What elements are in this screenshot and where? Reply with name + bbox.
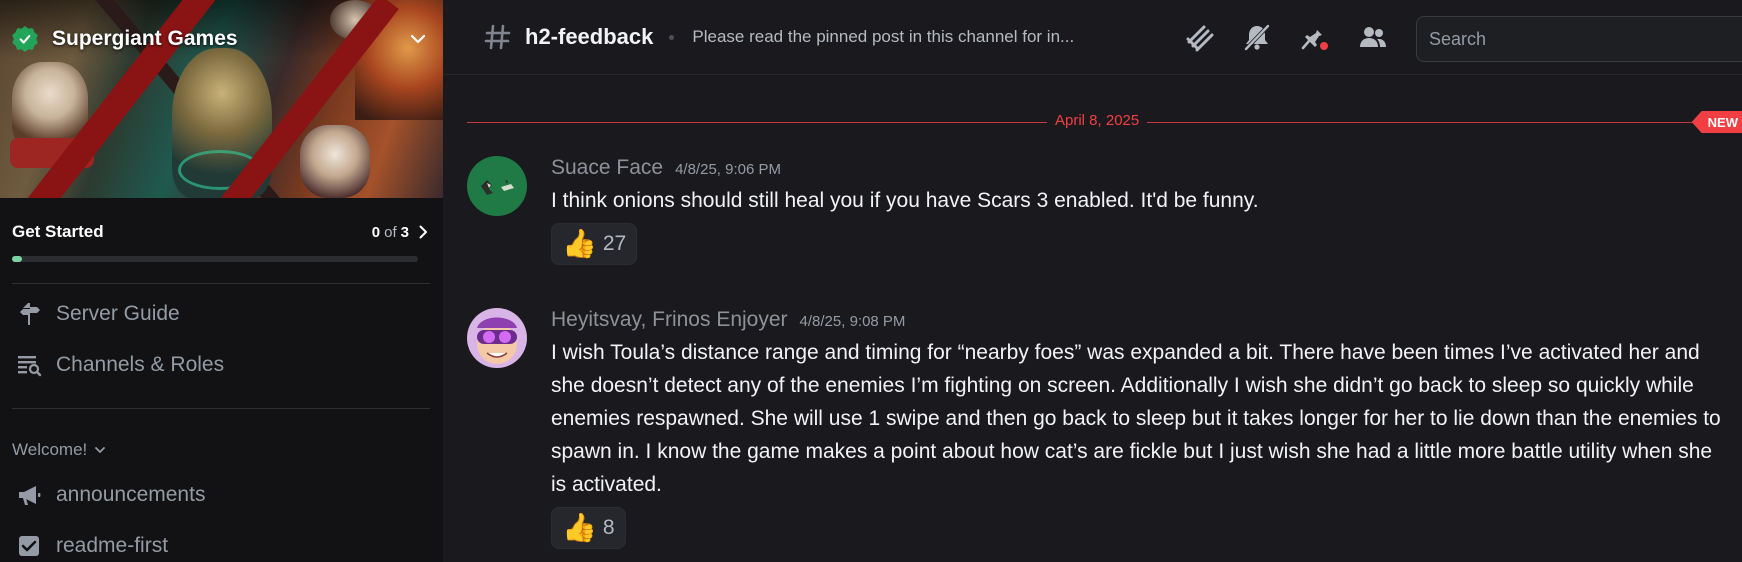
channel-readme-first[interactable]: readme-first	[12, 526, 432, 562]
members-icon[interactable]	[1356, 20, 1390, 54]
message: Suace Face 4/8/25, 9:06 PM I think onion…	[467, 156, 1727, 271]
avatar[interactable]	[467, 308, 527, 368]
thumbs-up-icon: 👍	[562, 512, 597, 543]
server-name: Supergiant Games	[52, 27, 238, 50]
category-label: Welcome!	[12, 440, 88, 459]
category-welcome[interactable]: Welcome!	[12, 440, 107, 460]
hashtag-icon	[484, 24, 511, 50]
topic-separator	[669, 34, 675, 40]
message-content: I wish Toula’s distance range and timing…	[551, 341, 1721, 496]
chevron-down-icon	[95, 447, 106, 453]
sidebar-divider	[12, 283, 430, 284]
get-started-title: Get Started	[12, 222, 104, 241]
get-started-panel[interactable]: Get Started 0 of 3	[0, 198, 443, 270]
signpost-icon	[14, 299, 44, 329]
reaction-button[interactable]: 👍 27	[551, 223, 638, 265]
channel-name: readme-first	[56, 534, 169, 557]
pin-icon[interactable]	[1298, 20, 1332, 54]
channel-header: h2-feedback Please read the pinned post …	[443, 0, 1742, 75]
get-started-progress-count: 0 of 3	[372, 224, 431, 241]
get-started-progress-bar	[12, 256, 418, 262]
megaphone-icon	[14, 480, 44, 510]
server-sidebar: Supergiant Games Get Started 0 of 3 Serv…	[0, 0, 443, 562]
reaction-count: 27	[602, 232, 627, 255]
message-username[interactable]: Suace Face	[551, 156, 663, 180]
message-timestamp: 4/8/25, 9:06 PM	[675, 161, 781, 178]
message: Heyitsvay, Frinos Enjoyer 4/8/25, 9:08 P…	[467, 308, 1727, 562]
sidebar-item-channels-roles[interactable]: Channels & Roles	[12, 345, 432, 385]
threads-icon[interactable]	[1182, 20, 1216, 54]
search-placeholder: Search	[1429, 28, 1487, 49]
sidebar-item-label: Server Guide	[56, 302, 180, 325]
chevron-down-icon[interactable]	[407, 28, 429, 50]
message-timestamp: 4/8/25, 9:08 PM	[799, 313, 906, 330]
avatar[interactable]	[467, 156, 527, 216]
reaction-count: 8	[602, 516, 615, 539]
channel-name: announcements	[56, 483, 206, 506]
thumbs-up-icon: 👍	[562, 228, 597, 259]
app-window: Supergiant Games Get Started 0 of 3 Serv…	[0, 0, 1742, 562]
message-content: I think onions should still heal you if …	[551, 189, 1259, 212]
search-input[interactable]: Search	[1416, 16, 1742, 62]
channel-title: h2-feedback	[525, 24, 654, 49]
progress-of: of	[384, 223, 397, 241]
rules-check-icon	[14, 531, 44, 561]
channel-topic[interactable]: Please read the pinned post in this chan…	[692, 27, 1152, 47]
header-toolbar	[1182, 20, 1414, 54]
reaction-button[interactable]: 👍 8	[551, 507, 626, 549]
progress-done: 0	[371, 223, 381, 241]
bell-muted-icon[interactable]	[1240, 20, 1274, 54]
message-username[interactable]: Heyitsvay, Frinos Enjoyer	[551, 308, 788, 332]
list-search-icon	[14, 350, 44, 380]
chat-area: h2-feedback Please read the pinned post …	[443, 0, 1742, 562]
chevron-right-icon	[419, 225, 427, 239]
sidebar-divider	[12, 408, 430, 409]
progress-total: 3	[400, 223, 409, 241]
verified-badge-icon	[12, 26, 38, 52]
sidebar-item-label: Channels & Roles	[56, 353, 225, 376]
divider-date: April 8, 2025	[1047, 112, 1148, 129]
channel-announcements[interactable]: announcements	[12, 475, 432, 515]
sidebar-item-server-guide[interactable]: Server Guide	[12, 294, 432, 334]
new-badge: NEW	[1691, 111, 1742, 133]
progress-fill	[12, 256, 22, 262]
server-header[interactable]: Supergiant Games	[12, 24, 429, 54]
